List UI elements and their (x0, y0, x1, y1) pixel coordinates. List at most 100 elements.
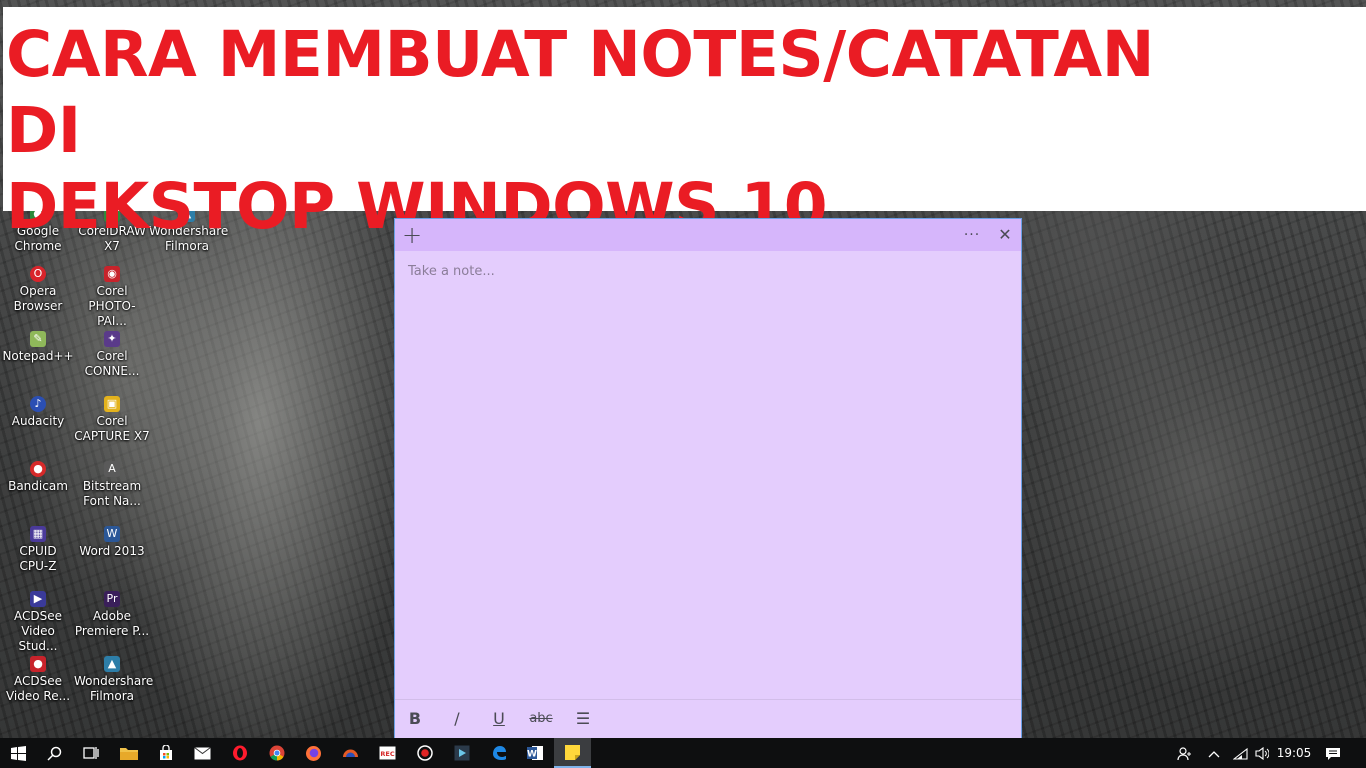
record-icon (416, 745, 433, 761)
sticky-notes-icon (565, 744, 580, 760)
italic-button[interactable]: / (442, 700, 472, 738)
start-button[interactable] (0, 738, 37, 768)
bitstream-font-navigator-icon: A (104, 461, 120, 477)
chevron-up-icon (1208, 750, 1220, 757)
add-note-button[interactable]: + (396, 219, 428, 251)
taskbar-bandicam[interactable]: REC (369, 738, 406, 768)
bandicam-rec-icon: REC (379, 746, 396, 760)
notification-icon (1326, 747, 1340, 760)
chrome-icon (269, 745, 284, 761)
taskbar-mail[interactable] (184, 738, 221, 768)
app-icon (343, 749, 358, 757)
desktop-icon-adobe-premiere[interactable]: Pr Adobe Premiere P... (74, 591, 150, 639)
banner-title: CARA MEMBUAT NOTES/CATATAN DI DEKSTOP WI… (6, 17, 1206, 245)
more-options-icon: ··· (963, 227, 981, 243)
volume-button[interactable] (1252, 738, 1272, 768)
taskbar-recorder[interactable] (406, 738, 443, 768)
word-icon: W (527, 746, 543, 760)
task-view-icon (82, 747, 99, 759)
strikethrough-icon: abc (529, 711, 553, 726)
mail-icon (194, 746, 211, 759)
desktop-icon-bitstream-font-navigator[interactable]: A Bitstream Font Na... (74, 461, 150, 509)
acdsee-video-recorder-icon: ● (30, 656, 46, 672)
strikethrough-button[interactable]: abc (525, 700, 557, 738)
taskbar-app[interactable] (332, 738, 369, 768)
taskbar-opera[interactable] (221, 738, 258, 768)
search-icon (47, 746, 62, 761)
plus-icon: + (401, 221, 423, 249)
taskbar-chrome[interactable] (258, 738, 295, 768)
opera-icon (232, 745, 247, 761)
taskbar: REC W 19:05 (0, 738, 1366, 768)
close-note-button[interactable]: ✕ (989, 219, 1021, 251)
search-button[interactable] (36, 738, 73, 768)
people-button[interactable] (1170, 738, 1198, 768)
taskbar-edge[interactable] (480, 738, 517, 768)
speaker-icon (1255, 746, 1270, 761)
close-icon: ✕ (998, 225, 1012, 244)
sticky-note-header[interactable]: + ··· ✕ (395, 219, 1021, 251)
filmora-icon: ▲ (104, 656, 120, 672)
bandicam-icon: ● (30, 461, 46, 477)
title-banner: CARA MEMBUAT NOTES/CATATAN DI DEKSTOP WI… (3, 7, 1366, 243)
underline-icon: U (493, 709, 505, 728)
desktop-icon-word-2013[interactable]: W Word 2013 (74, 526, 150, 559)
taskbar-firefox[interactable] (295, 738, 332, 768)
formatting-toolbar: B / U abc ☰ (395, 699, 1021, 738)
desktop-icon-corel-capture[interactable]: ▣ Corel CAPTURE X7 (74, 396, 150, 444)
svg-text:REC: REC (380, 750, 394, 758)
word-icon: W (104, 526, 120, 542)
bold-icon: B (408, 709, 422, 728)
desktop-icon-bandicam[interactable]: ● Bandicam (0, 461, 76, 494)
edge-icon (492, 746, 506, 760)
clock-time: 19:05 (1276, 746, 1312, 760)
desktop-icon-cpu-z[interactable]: ▦ CPUID CPU-Z (0, 526, 76, 574)
taskbar-sticky-notes[interactable] (554, 738, 591, 768)
desktop-icon-audacity[interactable]: ♪ Audacity (0, 396, 76, 429)
store-icon (159, 745, 172, 760)
taskbar-store[interactable] (147, 738, 184, 768)
start-icon (11, 745, 26, 761)
network-button[interactable] (1228, 738, 1252, 768)
firefox-icon (306, 745, 321, 761)
desktop-icon-corel-photo-paint[interactable]: ◉ Corel PHOTO-PAI... (74, 266, 150, 329)
underline-button[interactable]: U (484, 700, 514, 738)
banner-title-line1: CARA MEMBUAT NOTES/CATATAN DI (6, 18, 1154, 167)
bullet-list-button[interactable]: ☰ (568, 700, 598, 738)
acdsee-video-studio-icon: ▶ (30, 591, 46, 607)
file-explorer-icon (119, 748, 138, 760)
people-icon (1176, 747, 1191, 761)
clock[interactable]: 19:05 (1274, 738, 1314, 768)
opera-icon: O (30, 266, 46, 282)
task-view-button[interactable] (72, 738, 109, 768)
desktop-icon-acdsee-video-studio[interactable]: ▶ ACDSee Video Stud... (0, 591, 76, 654)
corel-capture-icon: ▣ (104, 396, 120, 412)
filmora-icon (454, 745, 469, 761)
desktop-icon-wondershare-filmora[interactable]: ▲ Wondershare Filmora (74, 656, 153, 704)
audacity-icon: ♪ (30, 396, 46, 412)
desktop-icons: ● Google Chrome ◆ CorelDRAW X7 ▲ Wonders… (0, 200, 240, 730)
taskbar-word[interactable]: W (517, 738, 554, 768)
list-icon: ☰ (575, 709, 591, 728)
note-text-area[interactable]: Take a note... (408, 264, 495, 279)
desktop-icon-notepad-plus-plus[interactable]: ✎ Notepad++ (0, 331, 76, 364)
taskbar-filmora[interactable] (443, 738, 480, 768)
desktop-icon-acdsee-video-recorder[interactable]: ● ACDSee Video Re... (0, 656, 76, 704)
corel-photo-paint-icon: ◉ (104, 266, 120, 282)
show-hidden-icons-button[interactable] (1202, 738, 1226, 768)
action-center-button[interactable] (1318, 738, 1348, 768)
bold-button[interactable]: B (400, 700, 430, 738)
wifi-icon (1231, 747, 1248, 760)
desktop-icon-opera[interactable]: O Opera Browser (0, 266, 76, 314)
note-menu-button[interactable]: ··· (956, 219, 988, 251)
notepad-plus-plus-icon: ✎ (30, 331, 46, 347)
desktop-icon-corel-connect[interactable]: ✦ Corel CONNE... (74, 331, 150, 379)
corel-connect-icon: ✦ (104, 331, 120, 347)
taskbar-file-explorer[interactable] (110, 738, 147, 768)
note-placeholder: Take a note... (408, 264, 495, 279)
italic-icon: / (454, 709, 460, 728)
cpu-z-icon: ▦ (30, 526, 46, 542)
svg-text:W: W (527, 750, 537, 760)
adobe-premiere-icon: Pr (104, 591, 120, 607)
sticky-note-window: + ··· ✕ Take a note... B / U abc ☰ (395, 219, 1021, 738)
